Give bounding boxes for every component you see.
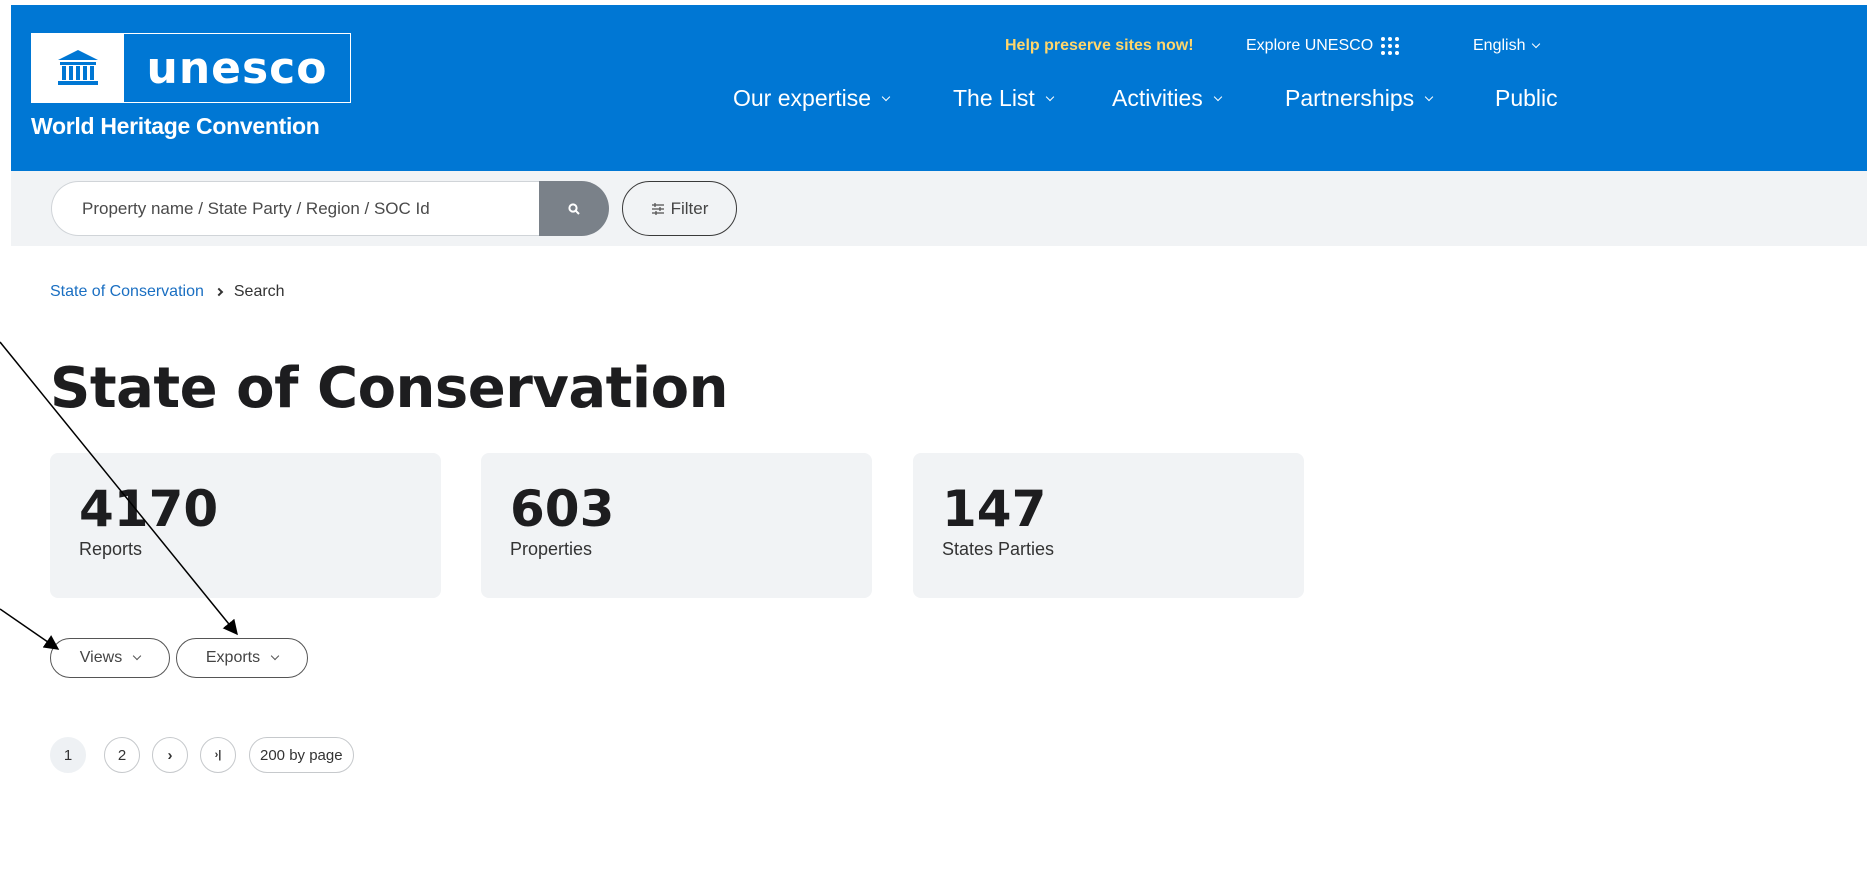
breadcrumb-parent-link[interactable]: State of Conservation [50, 283, 204, 301]
page-title: State of Conservation [50, 356, 728, 421]
last-page-icon: ›| [214, 749, 222, 761]
chevron-down-icon [132, 651, 142, 661]
nav-the-list[interactable]: The List [953, 85, 1055, 112]
chevron-right-icon: › [167, 746, 173, 764]
search-icon [568, 202, 580, 215]
stat-value: 147 [942, 480, 1047, 538]
stat-value: 603 [510, 480, 615, 538]
search-bar: Filter [11, 171, 1867, 246]
chevron-down-icon [1045, 92, 1055, 101]
help-preserve-link[interactable]: Help preserve sites now! [1005, 37, 1194, 55]
arrow-to-views [0, 608, 60, 650]
filter-button[interactable]: Filter [622, 181, 737, 236]
stat-label: States Parties [942, 539, 1055, 559]
breadcrumb-current: Search [233, 283, 285, 300]
search-input[interactable] [51, 181, 543, 236]
nav-public[interactable]: Public [1495, 85, 1558, 112]
last-page-button[interactable]: ›| [200, 737, 236, 773]
grid-dots-icon [1381, 37, 1400, 55]
explore-unesco-link[interactable]: Explore UNESCO [1246, 37, 1400, 55]
sliders-icon [651, 202, 664, 215]
nav-activities[interactable]: Activities [1112, 85, 1222, 112]
exports-dropdown-button[interactable]: Exports [176, 638, 308, 678]
stat-card-reports: 4170 Reports [50, 453, 441, 598]
stat-label: Reports [79, 539, 143, 559]
site-header: unesco World Heritage Convention Help pr… [11, 5, 1867, 171]
nav-our-expertise[interactable]: Our expertise [733, 85, 891, 112]
breadcrumb: State of Conservation Search [50, 283, 285, 301]
next-page-button[interactable]: › [152, 737, 188, 773]
chevron-right-icon [214, 287, 224, 297]
chevron-down-icon [1532, 39, 1541, 49]
logo-subtitle: World Heritage Convention [31, 113, 320, 139]
stat-card-states-parties: 147 States Parties [913, 453, 1304, 598]
utility-links: Help preserve sites now! Explore UNESCO … [11, 37, 1867, 61]
page-2-button[interactable]: 2 [104, 737, 140, 773]
stat-value: 4170 [79, 480, 219, 538]
stat-label: Properties [510, 539, 593, 559]
chevron-down-icon [1424, 92, 1434, 101]
views-dropdown-button[interactable]: Views [50, 638, 170, 678]
chevron-down-icon [1213, 92, 1222, 101]
chevron-down-icon [881, 92, 891, 101]
chevron-down-icon [270, 651, 280, 661]
nav-partnerships[interactable]: Partnerships [1285, 85, 1434, 112]
stat-card-properties: 603 Properties [481, 453, 872, 598]
search-button[interactable] [539, 181, 609, 236]
per-page-selector[interactable]: 200 by page [249, 737, 354, 773]
page-1-button[interactable]: 1 [50, 737, 86, 773]
language-selector[interactable]: English [1473, 37, 1541, 55]
main-nav: Our expertise The List Activities Partne… [11, 85, 1867, 115]
